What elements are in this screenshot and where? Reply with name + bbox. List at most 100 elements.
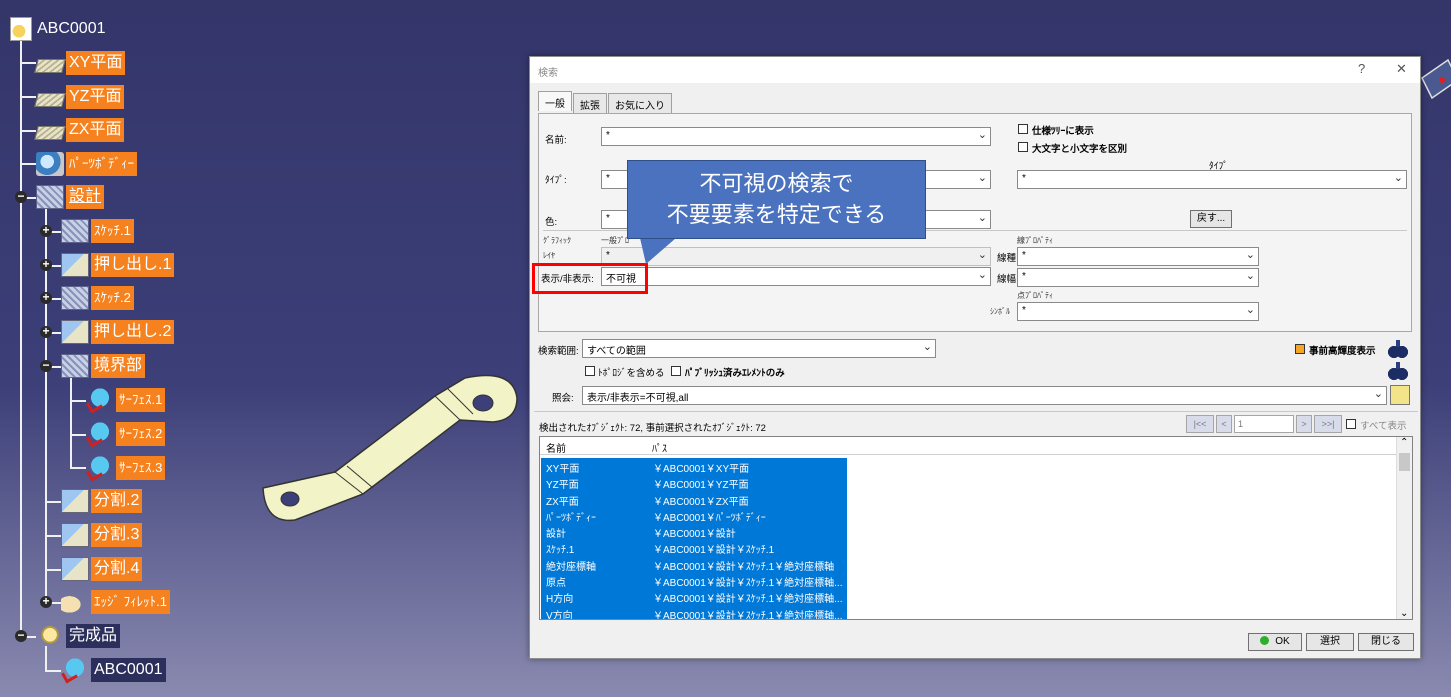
pager-next-button[interactable]: > [1296,415,1312,433]
published-checkbox[interactable] [671,366,681,376]
line-type-combo[interactable]: * ⌄ [1017,247,1259,266]
tree-item-xy-plane[interactable]: XY平面 [34,50,126,76]
expand-icon[interactable]: + [40,325,52,338]
table-row[interactable]: V方向 ￥ABC0001￥設計￥ｽｹｯﾁ.1￥絶対座標軸... [541,604,847,619]
select-button[interactable]: 選択 [1306,633,1354,651]
pre-highlight-checkbox[interactable] [1295,344,1305,354]
table-row[interactable]: 絶対座標軸 ￥ABC0001￥設計￥ｽｹｯﾁ.1￥絶対座標軸 [541,555,847,573]
table-row[interactable]: YZ平面 ￥ABC0001￥YZ平面 [541,474,847,491]
column-name[interactable]: 名前 [546,440,566,455]
line-width-combo[interactable]: * ⌄ [1017,268,1259,287]
query-combo[interactable]: 表示/非表示=不可視,all ⌄ [582,386,1387,405]
tab-general[interactable]: 一般 [538,91,572,111]
name-combo[interactable]: * ⌄ [601,127,991,146]
topology-checkbox[interactable] [585,366,595,376]
compass-icon[interactable] [1418,50,1451,120]
show-all-checkbox[interactable] [1346,419,1356,429]
tree-item-abc0001-surface[interactable]: ABC0001 [61,657,166,683]
table-row[interactable]: H方向 ￥ABC0001￥設計￥ｽｹｯﾁ.1￥絶対座標軸... [541,588,847,605]
tab-advanced[interactable]: 拡張 [573,93,607,115]
table-row[interactable]: 設計 ￥ABC0001￥設計 [541,523,847,540]
row-name: ﾊﾟｰﾂﾎﾞﾃﾞｨｰ [546,512,596,524]
table-row[interactable]: XY平面 ￥ABC0001￥XY平面 [541,458,847,475]
chevron-down-icon[interactable]: ⌄ [1246,303,1255,316]
collapse-icon[interactable]: − [40,359,52,372]
tree-item-split-2[interactable]: 分割.2 [61,488,143,514]
tree-item-extrude-2[interactable]: 押し出し.2 [61,319,175,345]
geometrical-set-icon [61,354,89,378]
pager-page-input[interactable]: 1 [1234,415,1294,433]
line-type-value: * [1022,250,1026,261]
help-button[interactable]: ? [1358,61,1365,76]
column-path[interactable]: ﾊﾟｽ [652,440,667,455]
dialog-titlebar[interactable]: 検索 ? ✕ [530,57,1420,83]
chevron-down-icon[interactable]: ⌄ [1394,171,1403,184]
collapse-icon[interactable]: − [15,190,27,203]
chevron-down-icon[interactable]: ⌄ [978,128,987,141]
chevron-down-icon[interactable]: ⌄ [978,268,987,281]
chevron-down-icon[interactable]: ⌄ [1246,269,1255,282]
query-label: 照会: [552,393,574,404]
chevron-down-icon[interactable]: ⌄ [1374,387,1383,400]
table-row[interactable]: ﾊﾟｰﾂﾎﾞﾃﾞｨｰ ￥ABC0001￥ﾊﾟｰﾂﾎﾞﾃﾞｨｰ [541,506,847,524]
tree-item-edge-fillet-1[interactable]: ｴｯｼﾞ ﾌｨﾚｯﾄ.1 [61,589,170,615]
scope-combo[interactable]: すべての範囲 ⌄ [582,339,936,358]
chevron-down-icon[interactable]: ⌄ [923,340,932,353]
save-favorite-icon[interactable] [1390,385,1410,405]
close-icon[interactable]: ✕ [1396,61,1407,77]
expand-icon[interactable]: + [40,291,52,304]
ok-button[interactable]: OK [1248,633,1302,651]
spec-tree-checkbox[interactable] [1018,124,1028,134]
tree-item-surface-3[interactable]: ｻｰﾌｪｽ.3 [86,455,166,481]
tree-item-extrude-1[interactable]: 押し出し.1 [61,252,175,278]
search-add-icon[interactable] [1388,360,1408,380]
row-name: ｽｹｯﾁ.1 [546,545,575,557]
chevron-down-icon[interactable]: ⌄ [978,248,987,261]
pager-prev-button[interactable]: < [1216,415,1232,433]
show-hide-combo[interactable]: 不可視 ⌄ [601,267,991,286]
chevron-down-icon[interactable]: ⌄ [978,211,987,224]
tree-item-design[interactable]: 設計 [36,184,105,210]
pager-first-button[interactable]: |<< [1186,415,1214,433]
scroll-thumb[interactable] [1399,453,1410,471]
table-row[interactable]: 原点 ￥ABC0001￥設計￥ｽｹｯﾁ.1￥絶対座標軸... [541,572,847,589]
name-value: * [606,130,610,141]
row-path: ￥ABC0001￥設計￥ｽｹｯﾁ.1 [653,545,775,557]
tree-item-label: ZX平面 [66,118,125,142]
scroll-up-icon[interactable]: ⌃ [1400,437,1408,448]
results-scrollbar[interactable]: ⌃ ⌄ [1396,437,1412,619]
tree-item-sketch-2[interactable]: ｽｹｯﾁ.2 [61,285,134,311]
tree-item-surface-1[interactable]: ｻｰﾌｪｽ.1 [86,387,166,413]
tree-item-split-3[interactable]: 分割.3 [61,522,143,548]
split-icon [61,489,89,513]
chevron-down-icon[interactable]: ⌄ [1246,248,1255,261]
type-right-combo[interactable]: * ⌄ [1017,170,1407,189]
expand-icon[interactable]: + [40,224,52,237]
tree-item-finished-product[interactable]: 完成品 [36,623,121,649]
tree-item-surface-2[interactable]: ｻｰﾌｪｽ.2 [86,421,166,447]
tree-line [70,467,86,469]
chevron-down-icon[interactable]: ⌄ [978,171,987,184]
tree-item-zx-plane[interactable]: ZX平面 [34,117,125,143]
collapse-icon[interactable]: − [15,629,27,642]
expand-icon[interactable]: + [40,595,52,608]
scroll-down-icon[interactable]: ⌄ [1400,608,1408,619]
close-button[interactable]: 閉じる [1358,633,1414,651]
tab-favorites[interactable]: お気に入り [608,93,672,115]
tree-root[interactable]: ABC0001 [10,16,109,42]
scope-value: すべての範囲 [587,346,646,357]
results-list[interactable]: 名前 ﾊﾟｽ XY平面 ￥ABC0001￥XY平面 YZ平面 ￥ABC0001￥YZ… [539,436,1413,620]
binoculars-icon[interactable] [1388,338,1408,358]
tree-item-split-4[interactable]: 分割.4 [61,556,143,582]
expand-icon[interactable]: + [40,258,52,271]
tree-item-sketch-1[interactable]: ｽｹｯﾁ.1 [61,218,134,244]
table-row[interactable]: ｽｹｯﾁ.1 ￥ABC0001￥設計￥ｽｹｯﾁ.1 [541,539,847,557]
case-checkbox[interactable] [1018,142,1028,152]
tree-item-boundary[interactable]: 境界部 [61,353,146,379]
tree-item-yz-plane[interactable]: YZ平面 [34,84,125,110]
table-row[interactable]: ZX平面 ￥ABC0001￥ZX平面 [541,490,847,508]
back-button[interactable]: 戻す... [1190,210,1232,228]
pager-last-button[interactable]: >>| [1314,415,1342,433]
tree-item-part-body[interactable]: ﾊﾟｰﾂﾎﾞﾃﾞｨｰ [36,151,137,177]
symbol-combo[interactable]: * ⌄ [1017,302,1259,321]
